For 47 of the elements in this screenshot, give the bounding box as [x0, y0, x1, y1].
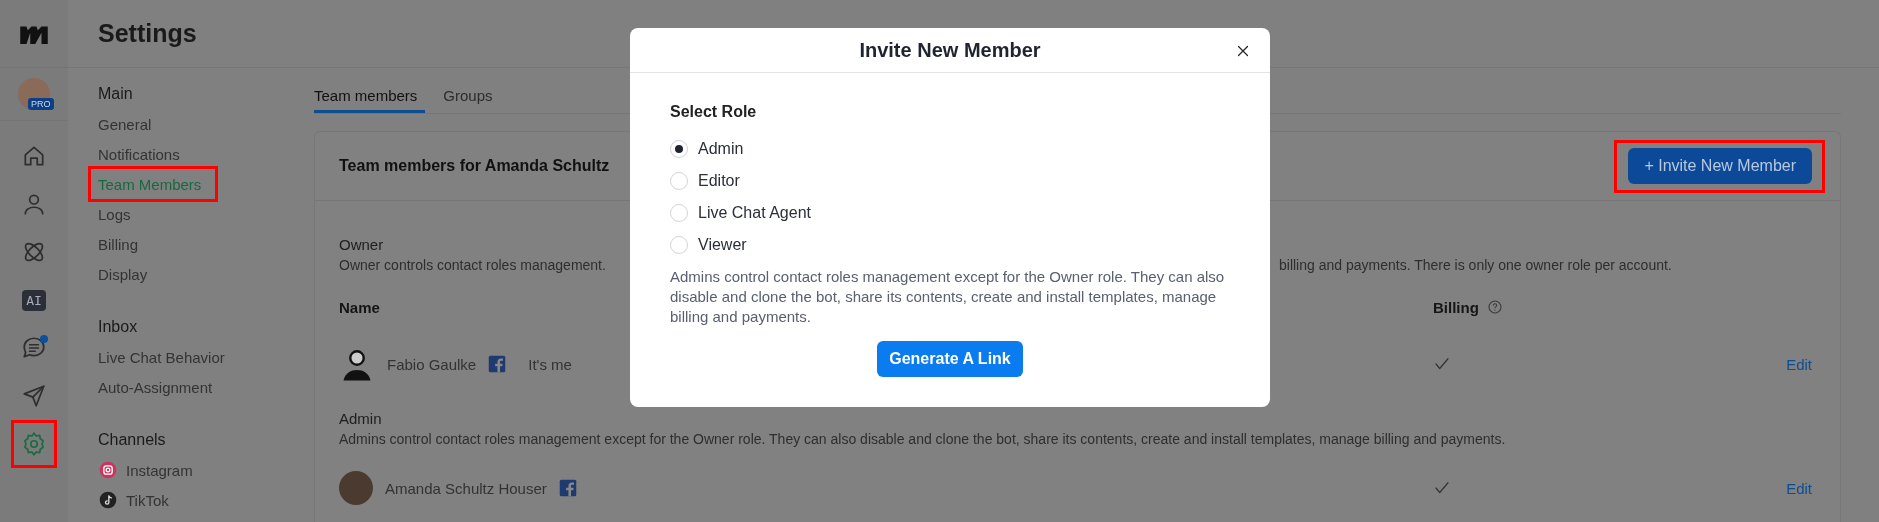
section-title: Main — [98, 84, 134, 104]
modal-title: Invite New Member — [859, 38, 1041, 62]
settings-nav-item[interactable]: Live Chat Behavior — [98, 342, 314, 372]
settings-nav-item[interactable]: TikTok — [98, 485, 314, 515]
edit-link[interactable]: Edit — [1786, 479, 1812, 497]
settings-nav-item[interactable]: General — [98, 109, 314, 139]
facebook-icon — [558, 479, 577, 497]
settings-nav-item[interactable]: Auto-Assignment — [98, 372, 314, 402]
radio-option[interactable]: Editor — [670, 165, 740, 197]
field-label: Select Role — [670, 103, 758, 121]
camera-icon — [98, 460, 118, 480]
settings-nav-item[interactable]: Billing — [98, 229, 314, 259]
facebook-icon — [488, 355, 507, 373]
photo-placeholder — [339, 471, 373, 505]
settings-nav-item[interactable]: Notifications — [98, 139, 314, 169]
page-title: Settings — [98, 19, 197, 48]
note-icon — [98, 490, 118, 510]
radio-option[interactable]: Viewer — [670, 229, 747, 261]
role-description: Owner controls contact roles management. — [339, 256, 606, 275]
settings-nav-item[interactable]: Instagram — [98, 455, 314, 485]
send-icon — [21, 383, 47, 409]
section-title: Inbox — [98, 317, 139, 337]
tab[interactable]: Groups — [443, 80, 501, 113]
column-header: Billing — [1433, 298, 1479, 316]
role-description: Admins control contact roles management except for the Owner role. They can also disable and clone the bot, share its contents, create and install templates, manage billing and payments. — [339, 431, 1506, 447]
radio-option[interactable]: Admin — [670, 133, 744, 165]
member-note: It's me — [528, 355, 572, 373]
member-name: Fabio Gaulke — [387, 355, 477, 373]
invite-button[interactable]: + Invite New Member — [1628, 147, 1812, 184]
pro-badge: PRO — [28, 98, 54, 110]
tab[interactable]: Team members — [314, 80, 426, 113]
edit-link[interactable]: Edit — [1786, 355, 1812, 373]
member-name: Amanda Schultz Houser — [385, 479, 547, 497]
role-description: Admins control contact roles management except for the Owner role. They can also disable and clone the bot, share its contents, create and install templates, manage billing and payments. — [670, 267, 1226, 327]
role-title: Admin — [339, 409, 382, 429]
settings-nav-item[interactable]: Logs — [98, 199, 314, 229]
generate-link-button[interactable]: Generate A Link — [877, 341, 1023, 377]
settings-nav-item[interactable]: Team Members — [98, 169, 202, 199]
role-title: Owner — [339, 235, 384, 255]
settings-icon — [21, 431, 47, 457]
radio-option[interactable]: Live Chat Agent — [670, 197, 811, 229]
role-description: billing and payments. There is only one owner role per account. — [1279, 256, 1672, 275]
settings-nav-item[interactable]: Display — [98, 259, 314, 289]
section-title: Channels — [98, 430, 167, 450]
ai-button[interactable]: AI — [17, 283, 51, 317]
card-title: Team members for Amanda Schultz — [339, 157, 610, 175]
column-header: Name — [339, 298, 380, 316]
